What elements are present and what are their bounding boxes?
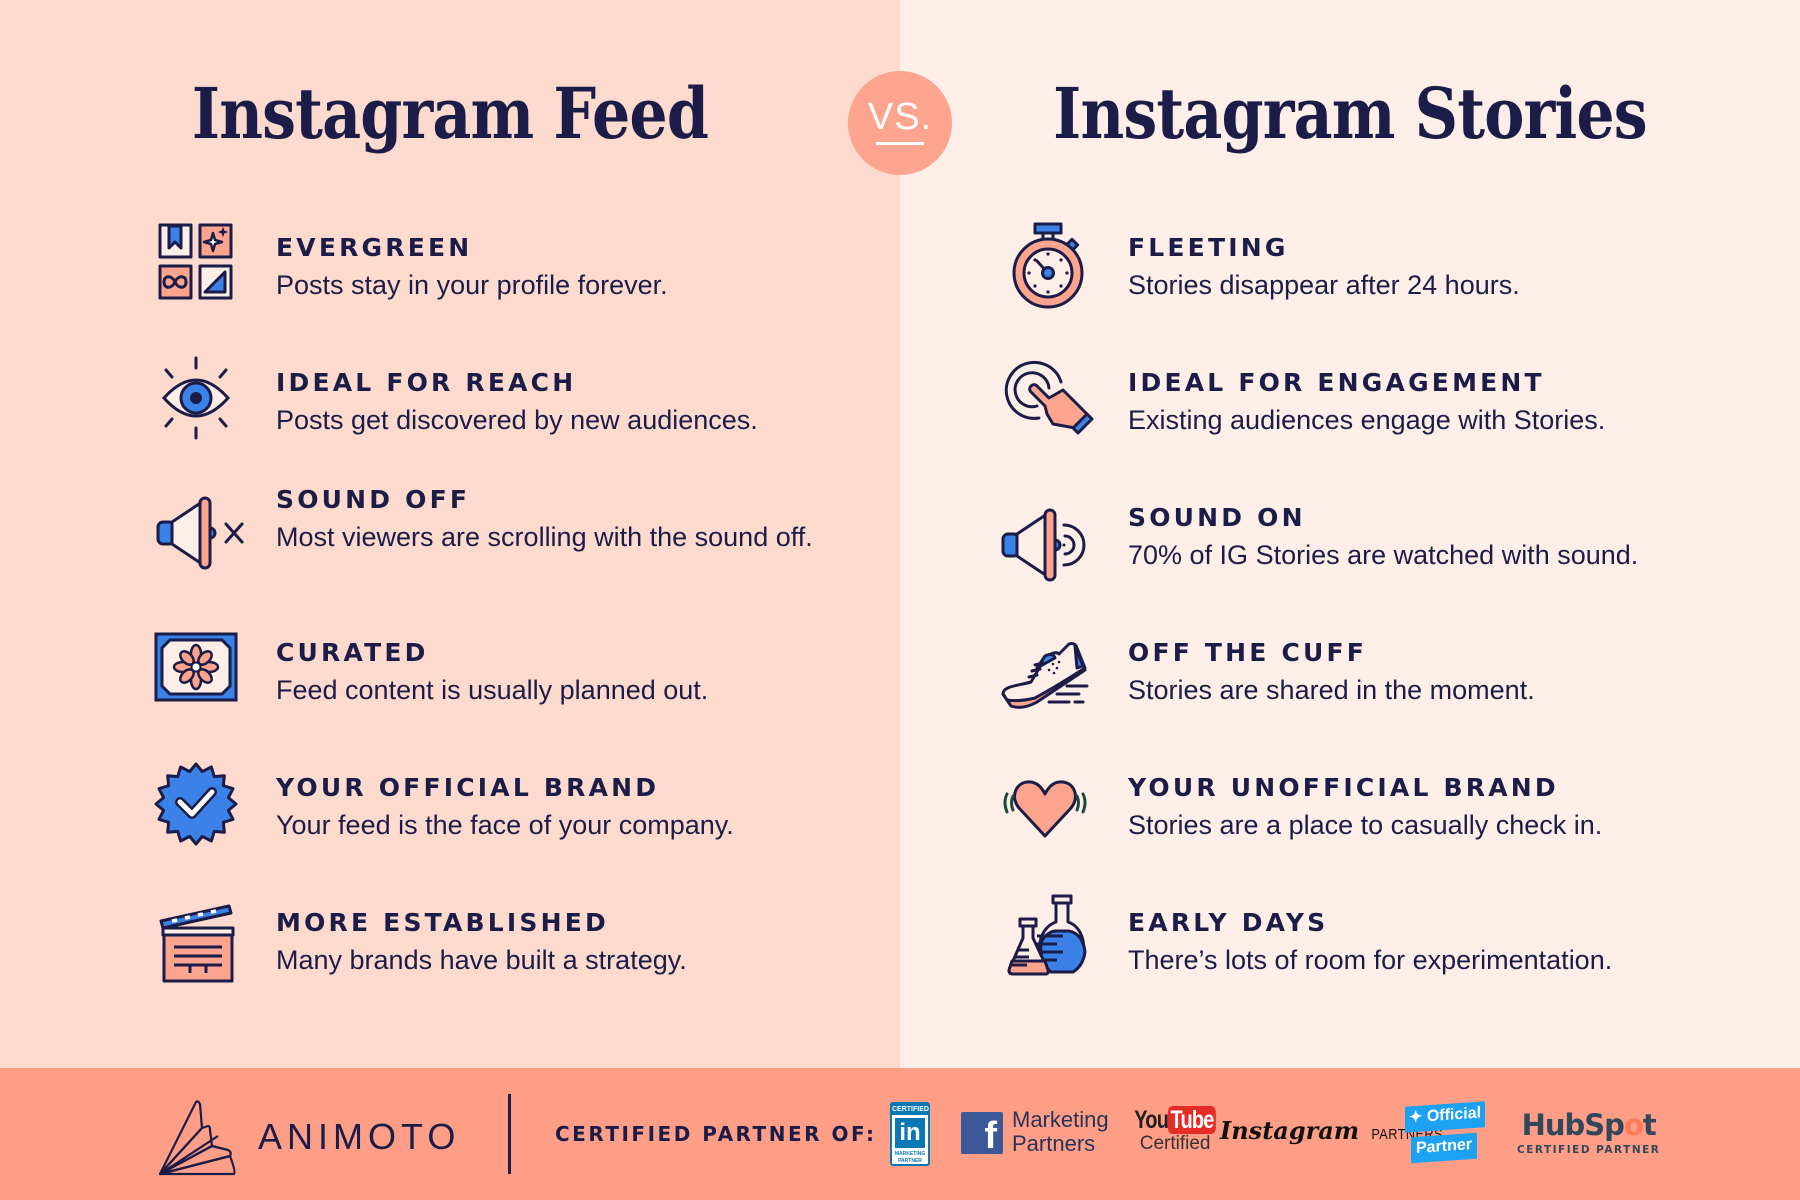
hubspot-sub: CERTIFIED PARTNER [1517,1144,1661,1156]
eye-icon [161,356,231,440]
certified-partner-label: CERTIFIED PARTNER OF: [555,1122,877,1146]
youtube-tube: Tube [1168,1106,1217,1134]
stories-item-title: OFF THE CUFF [1128,638,1368,667]
feed-item-description: Many brands have built a strategy. [276,945,687,975]
facebook-marketing-partners[interactable]: Marketing Partners [1012,1108,1109,1156]
feed-item-title: SOUND OFF [276,485,471,514]
youtube-sub: Certified [1139,1133,1211,1154]
hubspot-mark-a: HubSp [1521,1108,1625,1142]
stories-item-description: Stories are shared in the moment. [1128,675,1535,705]
stories-item-title: YOUR UNOFFICIAL BRAND [1128,773,1559,802]
twitter-bird-icon: ✦ [1408,1108,1427,1127]
vs-underline [876,141,924,145]
linkedin-badge-line1: MARKETING [894,1151,926,1157]
vs-label: VS. [867,95,933,138]
stories-item-title: FLEETING [1128,233,1289,262]
feed-item-title: YOUR OFFICIAL BRAND [276,773,660,802]
hubspot-certified-partner-badge[interactable]: HubSpot CERTIFIED PARTNER [1517,1108,1660,1156]
feed-item-description: Posts stay in your profile forever. [276,270,668,300]
animoto-brand[interactable]: ANIMOTO [258,1116,460,1158]
feed-column: Instagram Feed EVERGREEN Posts stay in y… [0,0,900,1068]
animoto-logo-icon[interactable] [158,1098,242,1178]
clapperboard-icon [159,904,235,983]
facebook-line1: Marketing [1012,1107,1109,1132]
stories-item-description: Existing audiences engage with Stories. [1128,405,1606,435]
twitter-official-text: Official [1426,1104,1482,1126]
linkedin-badge-line2: PARTNER [898,1158,922,1164]
stories-item-description: Stories are a place to casually check in… [1128,810,1603,840]
linkedin-icon: in [895,1118,925,1148]
feed-item-title: MORE ESTABLISHED [276,908,609,937]
feed-item-title: CURATED [276,638,429,667]
tap-hand-icon [1004,360,1094,435]
stories-item-title: EARLY DAYS [1128,908,1329,937]
feed-item-title: IDEAL FOR REACH [276,368,577,397]
facebook-line2: Partners [1012,1131,1096,1156]
hubspot-logo-icon: HubSpot [1517,1108,1660,1142]
stories-item-title: IDEAL FOR ENGAGEMENT [1128,368,1545,397]
stories-item-description: There’s lots of room for experimentation… [1128,945,1613,975]
youtube-you: You [1134,1106,1169,1134]
linkedin-partner-badge[interactable]: CERTIFIED in MARKETING PARTNER [890,1102,930,1166]
twitter-official-partner-badge[interactable]: ✦ Official Partner [1403,1101,1487,1168]
twitter-badge-line1: ✦ Official [1405,1101,1485,1133]
lab-flasks-icon [1007,894,1087,976]
feed-item-description: Feed content is usually planned out. [276,675,709,705]
linkedin-badge-top: CERTIFIED [892,1104,929,1115]
stories-item-title: SOUND ON [1128,503,1306,532]
evergreen-grid-icon [158,223,233,300]
flower-tile-icon [154,632,238,702]
running-shoe-icon [1001,642,1089,709]
heart-vibrate-icon [1003,780,1087,838]
feed-item-description: Your feed is the face of your company. [276,810,734,840]
stopwatch-icon [1012,222,1084,309]
hubspot-mark-b: t [1642,1108,1657,1142]
stories-title: Instagram Stories [1053,72,1648,155]
feed-item-description: Posts get discovered by new audiences. [276,405,758,435]
feed-title: Instagram Feed [191,72,709,155]
speaker-on-icon [1001,508,1086,582]
verified-badge-icon [154,762,238,846]
vs-badge: VS. [848,71,952,175]
youtube-certified-badge[interactable]: YouTube Certified [1124,1106,1226,1155]
feed-item-description: Most viewers are scrolling with the soun… [276,522,813,552]
instagram-wordmark: Instagram [1220,1116,1360,1145]
facebook-icon[interactable]: f [961,1112,1003,1154]
speaker-muted-icon [156,496,244,570]
stories-item-description: 70% of IG Stories are watched with sound… [1128,540,1639,570]
feed-item-title: EVERGREEN [276,233,473,262]
youtube-logo-icon: YouTube [1134,1106,1217,1135]
hubspot-sprocket: o [1623,1108,1644,1142]
stories-item-description: Stories disappear after 24 hours. [1128,270,1520,300]
footer-divider [508,1094,511,1174]
twitter-badge-line2: Partner [1411,1132,1477,1164]
